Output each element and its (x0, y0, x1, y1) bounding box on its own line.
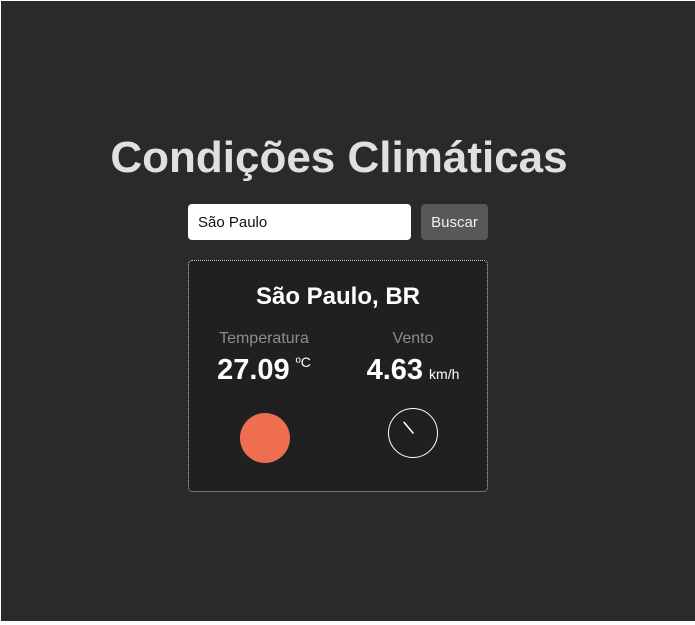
search-button[interactable]: Buscar (421, 204, 488, 240)
city-name: São Paulo, BR (255, 283, 421, 310)
app-window: Condições Climáticas Buscar São Paulo, B… (1, 1, 695, 621)
temperature-circle-icon (240, 413, 290, 463)
wind-direction-icon (388, 408, 438, 458)
wind-label: Vento (392, 330, 434, 347)
temperature-readout: 27.09 ºC (189, 353, 339, 387)
temperature-unit: ºC (295, 354, 311, 370)
wind-unit: km/h (429, 366, 460, 382)
wind-direction-needle (403, 421, 414, 434)
wind-readout: 4.63 km/h (338, 353, 488, 387)
city-search-input[interactable] (188, 204, 411, 240)
temperature-label: Temperatura (219, 330, 309, 347)
page-title: Condições Climáticas (110, 133, 568, 182)
temperature-value: 27.09 (217, 354, 290, 386)
wind-value: 4.63 (366, 354, 424, 386)
weather-card: São Paulo, BR Temperatura Vento 27.09 ºC … (188, 260, 488, 492)
